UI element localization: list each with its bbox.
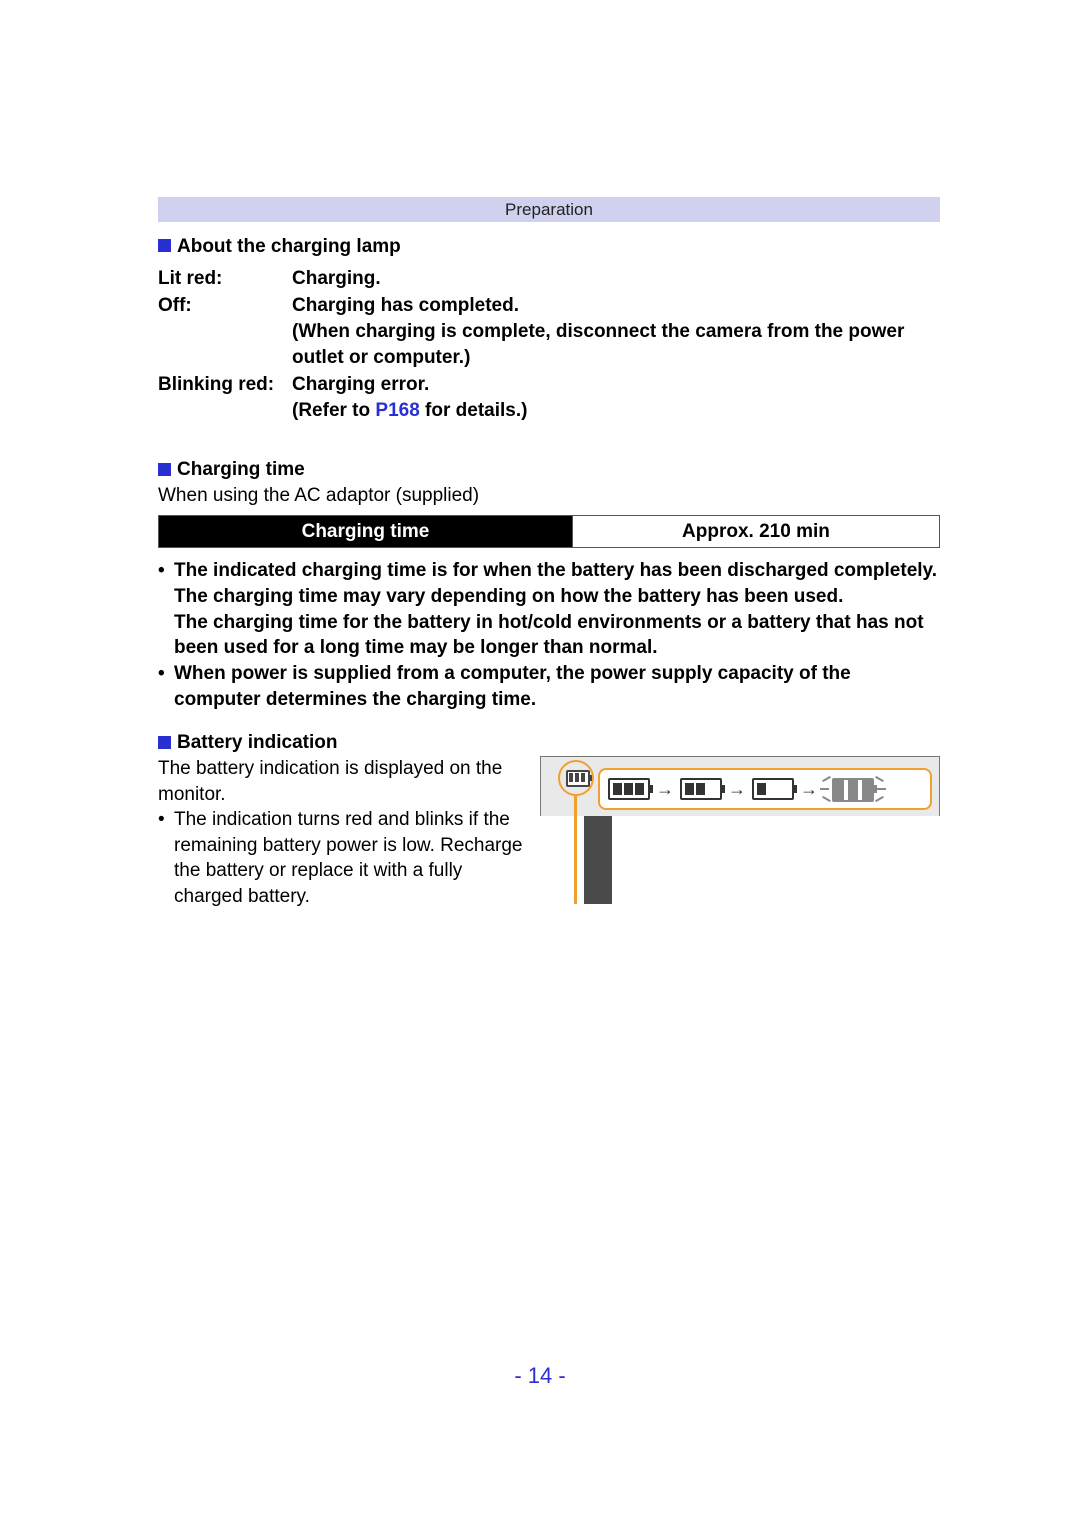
charging-time-table: Charging time Approx. 210 min — [158, 515, 940, 549]
heading-charging-lamp: About the charging lamp — [158, 234, 940, 260]
square-bullet-icon — [158, 239, 171, 252]
battery-sequence: → → → — [608, 774, 882, 804]
note-subline: The charging time may vary depending on … — [174, 584, 940, 610]
lamp-desc: Charging has completed. (When charging i… — [292, 293, 940, 370]
bullet-dot-icon: • — [158, 661, 174, 712]
document-page: Preparation About the charging lamp Lit … — [0, 0, 1080, 1526]
bullet-dot-icon: • — [158, 807, 174, 910]
battery-1-bar-icon — [752, 778, 794, 800]
note-subline: The charging time for the battery in hot… — [174, 610, 940, 661]
page-number: - 14 - — [0, 1361, 1080, 1391]
table-row: Charging time Approx. 210 min — [159, 515, 940, 548]
lamp-desc: Charging error. (Refer to P168 for detai… — [292, 372, 940, 423]
lamp-label: Lit red: — [158, 266, 292, 292]
monitor-dark-bar — [584, 816, 612, 904]
lamp-label: Off: — [158, 293, 292, 319]
charging-notes: • The indicated charging time is for whe… — [158, 558, 940, 712]
note-item: • When power is supplied from a computer… — [158, 661, 940, 712]
arrow-right-icon: → — [728, 777, 746, 801]
battery-diagram: → → → — [540, 756, 940, 904]
lamp-row-blinking: Blinking red: Charging error. (Refer to … — [158, 372, 940, 423]
lamp-row-lit-red: Lit red: Charging. — [158, 266, 940, 292]
heading-charging-time: Charging time — [158, 457, 940, 483]
lamp-desc: Charging. — [292, 266, 940, 292]
charging-time-subtitle: When using the AC adaptor (supplied) — [158, 483, 940, 509]
table-header-cell: Charging time — [159, 515, 573, 548]
battery-section: The battery indication is displayed on t… — [158, 756, 940, 910]
battery-icon-circle — [558, 760, 594, 796]
battery-full-icon — [566, 770, 590, 787]
note-item: • The indicated charging time is for whe… — [158, 558, 940, 584]
heading-text: About the charging lamp — [177, 236, 401, 257]
battery-3-bars-icon — [608, 778, 650, 800]
charging-lamp-list: Lit red: Charging. Off: Charging has com… — [158, 266, 940, 424]
battery-bullet-text: The indication turns red and blinks if t… — [174, 807, 530, 910]
content-area: About the charging lamp Lit red: Chargin… — [158, 232, 940, 910]
heading-battery-indication: Battery indication — [158, 730, 940, 756]
table-value-cell: Approx. 210 min — [572, 515, 939, 548]
callout-pointer-line — [574, 794, 577, 904]
blink-line1: Charging error. — [292, 374, 429, 395]
note-text: When power is supplied from a computer, … — [174, 661, 940, 712]
battery-text-column: The battery indication is displayed on t… — [158, 756, 540, 910]
heading-text: Charging time — [177, 459, 305, 480]
lamp-row-off: Off: Charging has completed. (When charg… — [158, 293, 940, 370]
square-bullet-icon — [158, 463, 171, 476]
battery-intro: The battery indication is displayed on t… — [158, 756, 530, 807]
arrow-right-icon: → — [800, 777, 818, 801]
battery-2-bars-icon — [680, 778, 722, 800]
heading-text: Battery indication — [177, 732, 337, 753]
square-bullet-icon — [158, 736, 171, 749]
section-banner: Preparation — [158, 197, 940, 222]
blink-prefix: (Refer to — [292, 400, 375, 421]
lamp-label: Blinking red: — [158, 372, 292, 398]
battery-bullet: • The indication turns red and blinks if… — [158, 807, 530, 910]
page-reference-link[interactable]: P168 — [375, 400, 419, 421]
blink-suffix: for details.) — [420, 400, 528, 421]
note-text: The indicated charging time is for when … — [174, 558, 940, 584]
battery-blinking-icon — [824, 774, 882, 804]
arrow-right-icon: → — [656, 777, 674, 801]
bullet-dot-icon: • — [158, 558, 174, 584]
